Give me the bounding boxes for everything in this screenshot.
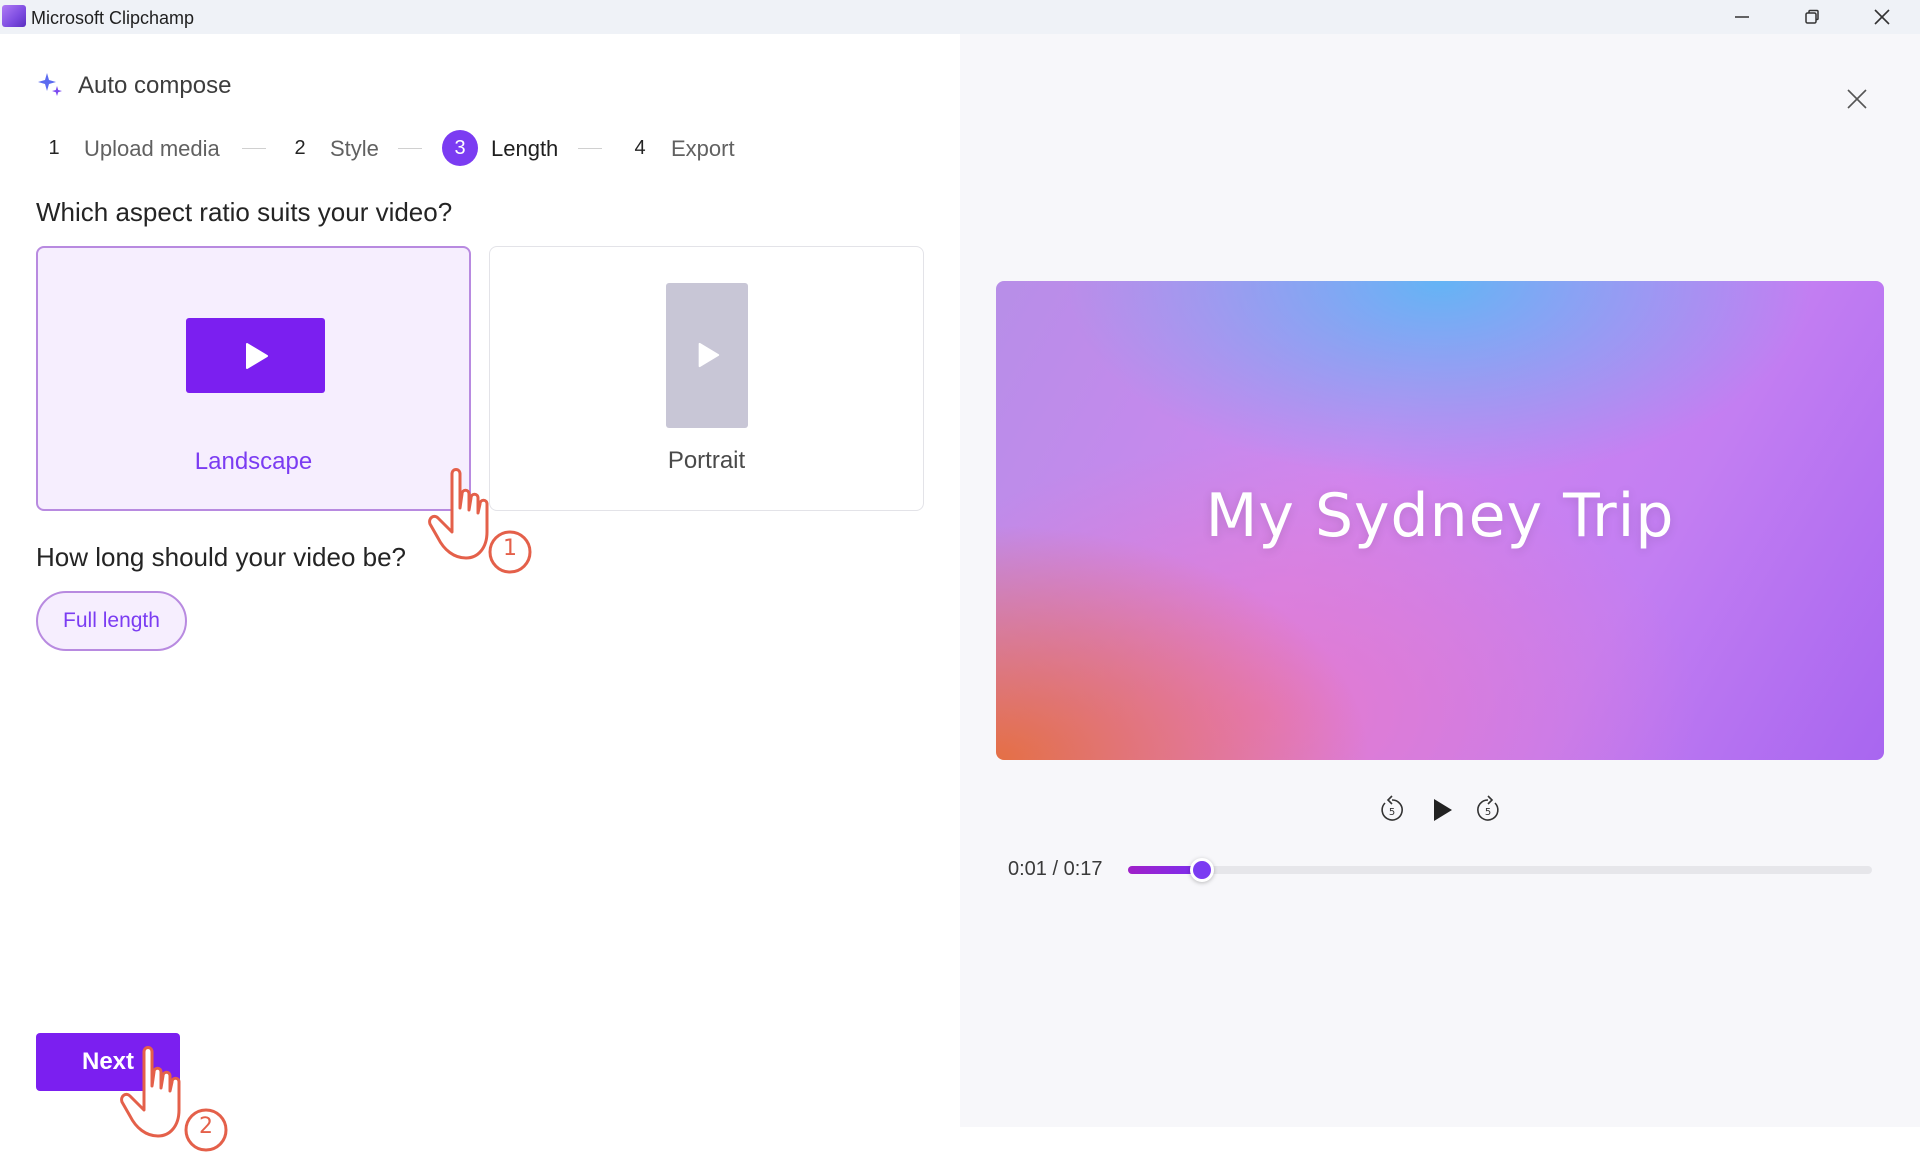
step-separator	[578, 148, 602, 149]
play-button[interactable]	[1424, 792, 1460, 828]
title-bar: Microsoft Clipchamp	[0, 0, 1920, 34]
restore-button[interactable]	[1782, 0, 1842, 34]
scrubber-track[interactable]	[1128, 858, 1872, 882]
forward-5-button[interactable]: 5	[1470, 792, 1506, 828]
forward-5-icon: 5	[1477, 795, 1499, 821]
close-window-button[interactable]	[1852, 0, 1912, 34]
svg-text:5: 5	[1389, 807, 1395, 818]
play-icon	[1434, 799, 1452, 821]
tutorial-hand-marker: 2	[120, 1042, 230, 1155]
close-dialog-button[interactable]	[1840, 82, 1874, 116]
sparkle-icon	[38, 73, 62, 96]
svg-text:5: 5	[1485, 807, 1491, 818]
landscape-label: Landscape	[194, 448, 313, 475]
time-readout: 0:01 / 0:17	[1008, 858, 1103, 880]
landscape-thumbnail	[186, 318, 325, 393]
tutorial-step-number: 1	[503, 536, 517, 561]
minimize-icon	[1735, 16, 1749, 18]
aspect-ratio-question: Which aspect ratio suits your video?	[36, 197, 453, 227]
close-icon	[1847, 89, 1867, 109]
step-separator	[242, 148, 266, 149]
play-icon	[246, 343, 268, 369]
wizard-title: Auto compose	[78, 72, 232, 99]
step-number: 2	[294, 137, 306, 159]
portrait-label: Portrait	[667, 447, 746, 474]
rewind-5-button[interactable]: 5	[1374, 792, 1410, 828]
step-separator	[398, 148, 422, 149]
video-title: My Sydney Trip	[1205, 481, 1675, 551]
step-number: 1	[48, 137, 60, 159]
step-number: 4	[634, 137, 646, 159]
step-export[interactable]: Export	[671, 136, 735, 162]
restore-icon	[1805, 9, 1819, 24]
close-icon	[1874, 9, 1890, 25]
minimize-button[interactable]	[1712, 0, 1772, 34]
pointing-hand-icon	[428, 468, 532, 574]
step-upload-media[interactable]: Upload media	[84, 136, 220, 162]
step-number-active: 3	[442, 130, 478, 166]
play-icon	[698, 342, 720, 368]
stepper: 1 Upload media 2 Style 3 Length 4 Export	[36, 130, 936, 170]
video-preview[interactable]: My Sydney Trip	[996, 281, 1884, 760]
portrait-thumbnail	[666, 283, 748, 428]
rewind-5-icon: 5	[1381, 795, 1403, 821]
clipchamp-logo-icon	[2, 5, 26, 27]
video-length-question: How long should your video be?	[36, 542, 407, 572]
app-title: Microsoft Clipchamp	[31, 8, 195, 28]
step-style[interactable]: Style	[330, 136, 379, 162]
tutorial-hand-marker: 1	[428, 464, 538, 584]
tutorial-step-number: 2	[199, 1114, 213, 1139]
portrait-option-card[interactable]: Portrait	[489, 246, 924, 511]
step-length[interactable]: Length	[491, 136, 558, 162]
full-length-option[interactable]: Full length	[36, 591, 187, 651]
landscape-option-card[interactable]: Landscape	[36, 246, 471, 511]
